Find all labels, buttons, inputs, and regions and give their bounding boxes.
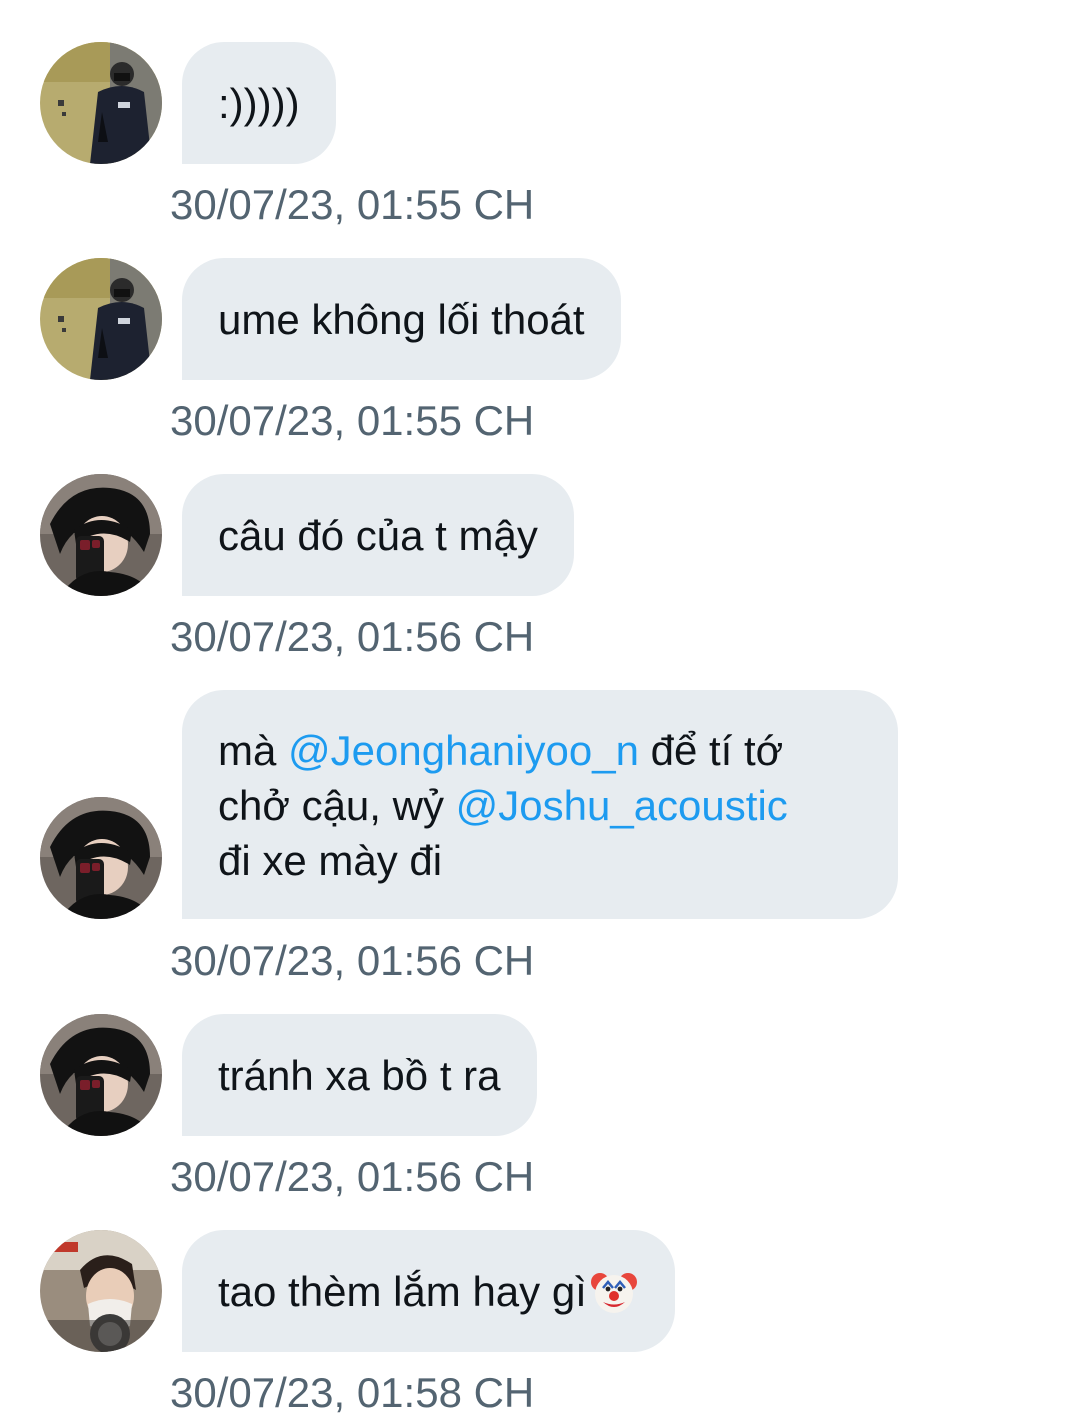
- message-bubble: :))))): [182, 42, 336, 164]
- message-text: :))))): [218, 79, 300, 127]
- message-timestamp: 30/07/23, 01:55 CH: [170, 397, 535, 444]
- message-bubble: câu đó của t mậy: [182, 474, 574, 596]
- message-bubble: ume không lối thoát: [182, 258, 621, 380]
- user-b-avatar-image: [40, 1014, 162, 1136]
- message-text: đi xe mày đi: [218, 837, 443, 884]
- avatar[interactable]: [40, 258, 162, 380]
- avatar[interactable]: [40, 474, 162, 596]
- message-bubble: tao thèm lắm hay gì: [182, 1230, 675, 1352]
- mention-link[interactable]: @Jeonghaniyoo_n: [288, 727, 639, 774]
- message-timestamp: 30/07/23, 01:55 CH: [170, 181, 535, 228]
- message-timestamp: 30/07/23, 01:56 CH: [170, 1153, 535, 1200]
- message-timestamp: 30/07/23, 01:58 CH: [170, 1369, 535, 1416]
- message-bubble: tránh xa bồ t ra: [182, 1014, 537, 1136]
- message-timestamp: 30/07/23, 01:56 CH: [170, 613, 535, 660]
- avatar[interactable]: [40, 42, 162, 164]
- message-text: câu đó của t mậy: [218, 511, 538, 559]
- message-text: ume không lối thoát: [218, 295, 585, 343]
- avatar[interactable]: [40, 797, 162, 919]
- message-text: tao thèm lắm hay gì: [218, 1267, 587, 1315]
- user-b-avatar-image: [40, 797, 162, 919]
- user-a-avatar-image: [40, 42, 162, 164]
- message-text: tránh xa bồ t ra: [218, 1051, 501, 1099]
- clown-face-icon: [590, 1273, 637, 1313]
- user-a-avatar-image: [40, 258, 162, 380]
- avatar[interactable]: [40, 1014, 162, 1136]
- user-c-avatar-image: [40, 1230, 162, 1352]
- avatar[interactable]: [40, 1230, 162, 1352]
- message-bubble: mà @Jeonghaniyoo_n để tí tớ chở cậu, wỷ …: [182, 690, 898, 919]
- user-b-avatar-image: [40, 474, 162, 596]
- message-text: mà: [218, 727, 289, 774]
- message-timestamp: 30/07/23, 01:56 CH: [170, 937, 535, 984]
- mention-link[interactable]: @Joshu_acoustic: [456, 782, 788, 829]
